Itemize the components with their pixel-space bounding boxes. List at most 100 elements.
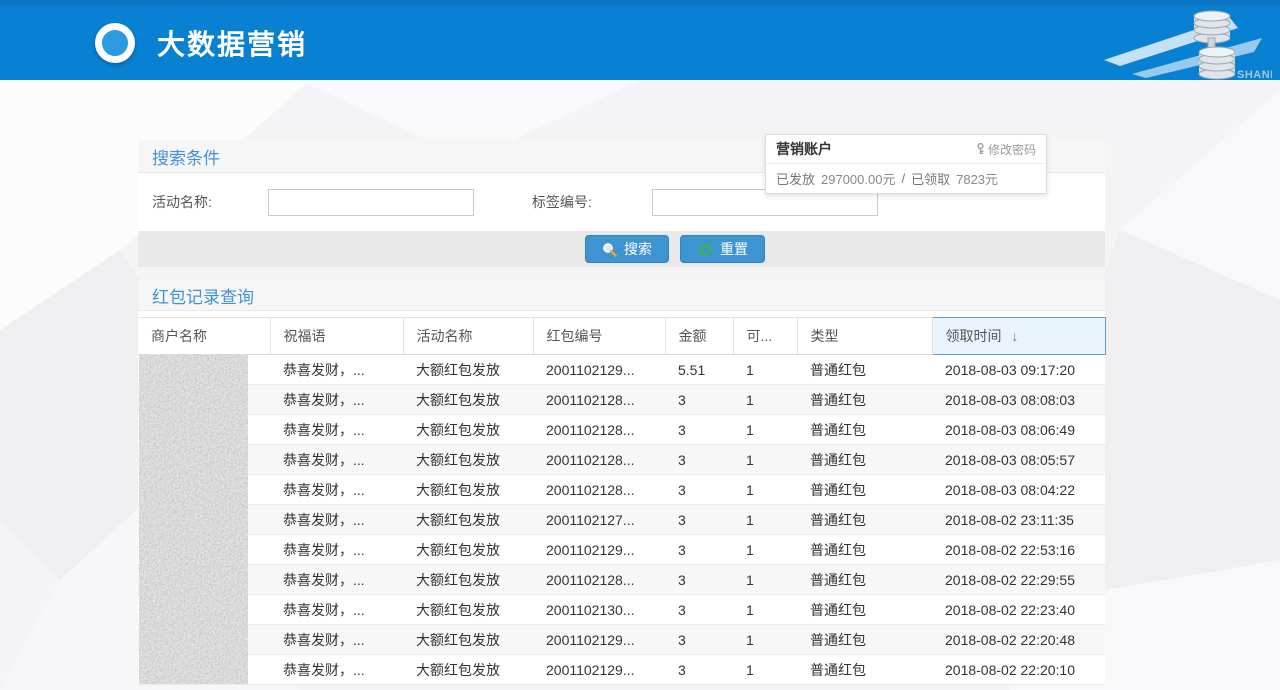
- cell-number: 2001102128...: [533, 475, 665, 505]
- cell-amount: 3: [665, 475, 733, 505]
- cell-blessing: 恭喜发财，...: [270, 565, 403, 595]
- merchant-name-redaction: [139, 354, 248, 684]
- cell-type: 普通红包: [797, 505, 932, 535]
- tag-number-label: 标签编号:: [532, 192, 592, 212]
- cell-number: 2001102129...: [533, 655, 665, 685]
- cell-activity: 大额红包发放: [403, 445, 533, 475]
- cell-amount: 3: [665, 535, 733, 565]
- cell-number: 2001102129...: [533, 535, 665, 565]
- cell-amount: 3: [665, 385, 733, 415]
- cell-blessing: 恭喜发财，...: [270, 625, 403, 655]
- cell-activity: 大额红包发放: [403, 415, 533, 445]
- main-content: 搜索条件 活动名称: 标签编号: 搜索: [138, 140, 1105, 685]
- table-row[interactable]: 恭喜发财，...大额红包发放2001102129...5.511普通红包2018…: [138, 355, 1105, 385]
- change-password-link[interactable]: 修改密码: [976, 141, 1036, 158]
- received-label: 已领取: [911, 169, 950, 188]
- cell-number: 2001102128...: [533, 565, 665, 595]
- search-button[interactable]: 搜索: [585, 235, 669, 263]
- key-icon: [976, 143, 985, 155]
- cell-time: 2018-08-03 08:08:03: [932, 385, 1105, 415]
- cell-number: 2001102130...: [533, 595, 665, 625]
- col-header-type[interactable]: 类型: [797, 318, 932, 355]
- cell-activity: 大额红包发放: [403, 475, 533, 505]
- reset-button[interactable]: 重置: [680, 235, 765, 263]
- cell-times: 1: [733, 535, 797, 565]
- cell-amount: 3: [665, 625, 733, 655]
- col-header-merchant[interactable]: 商户名称: [138, 318, 270, 355]
- col-header-receive-time[interactable]: 领取时间 ↓: [932, 318, 1105, 355]
- table-row[interactable]: 恭喜发财，...大额红包发放2001102128...31普通红包2018-08…: [138, 415, 1105, 445]
- col-header-number[interactable]: 红包编号: [533, 318, 665, 355]
- table-row[interactable]: 恭喜发财，...大额红包发放2001102129...31普通红包2018-08…: [138, 655, 1105, 685]
- cell-number: 2001102129...: [533, 625, 665, 655]
- table-row[interactable]: 恭喜发财，...大额红包发放2001102128...31普通红包2018-08…: [138, 385, 1105, 415]
- page-title: 大数据营销: [157, 23, 307, 63]
- change-password-label: 修改密码: [988, 141, 1036, 158]
- search-icon: [602, 242, 617, 257]
- cell-type: 普通红包: [797, 445, 932, 475]
- cell-blessing: 恭喜发财，...: [270, 655, 403, 685]
- sort-descending-icon: ↓: [1011, 328, 1018, 344]
- table-row[interactable]: 恭喜发财，...大额红包发放2001102128...31普通红包2018-08…: [138, 475, 1105, 505]
- table-row[interactable]: 恭喜发财，...大额红包发放2001102127...31普通红包2018-08…: [138, 505, 1105, 535]
- cell-blessing: 恭喜发财，...: [270, 595, 403, 625]
- red-packet-records-section: 红包记录查询 商户名称 祝福语 活动名称 红包编号 金额 可... 类型 领取时…: [138, 280, 1105, 685]
- cell-amount: 3: [665, 505, 733, 535]
- table-row[interactable]: 恭喜发财，...大额红包发放2001102130...31普通红包2018-08…: [138, 595, 1105, 625]
- col-header-times[interactable]: 可...: [733, 318, 797, 355]
- cell-times: 1: [733, 385, 797, 415]
- cell-time: 2018-08-02 22:53:16: [932, 535, 1105, 565]
- cell-times: 1: [733, 595, 797, 625]
- cell-times: 1: [733, 625, 797, 655]
- cell-number: 2001102128...: [533, 385, 665, 415]
- cell-amount: 3: [665, 415, 733, 445]
- cell-blessing: 恭喜发财，...: [270, 355, 403, 385]
- col-header-blessing[interactable]: 祝福语: [270, 318, 403, 355]
- cell-times: 1: [733, 415, 797, 445]
- cell-number: 2001102129...: [533, 355, 665, 385]
- activity-name-label: 活动名称:: [152, 192, 212, 212]
- cell-activity: 大额红包发放: [403, 655, 533, 685]
- cell-times: 1: [733, 475, 797, 505]
- account-balance-row: 已发放 297000.00元 / 已领取 7823元: [766, 164, 1046, 193]
- cell-times: 1: [733, 655, 797, 685]
- col-header-activity[interactable]: 活动名称: [403, 318, 533, 355]
- cell-activity: 大额红包发放: [403, 535, 533, 565]
- cell-times: 1: [733, 445, 797, 475]
- cell-type: 普通红包: [797, 415, 932, 445]
- table-row[interactable]: 恭喜发财，...大额红包发放2001102129...31普通红包2018-08…: [138, 625, 1105, 655]
- cell-type: 普通红包: [797, 655, 932, 685]
- received-value: 7823元: [956, 169, 998, 188]
- separator: /: [901, 171, 905, 186]
- cell-amount: 3: [665, 655, 733, 685]
- records-table: 商户名称 祝福语 活动名称 红包编号 金额 可... 类型 领取时间 ↓ 恭喜发…: [138, 317, 1106, 685]
- activity-name-input[interactable]: [268, 189, 474, 216]
- cell-blessing: 恭喜发财，...: [270, 445, 403, 475]
- table-row[interactable]: 恭喜发财，...大额红包发放2001102128...31普通红包2018-08…: [138, 445, 1105, 475]
- cell-number: 2001102127...: [533, 505, 665, 535]
- cell-type: 普通红包: [797, 535, 932, 565]
- account-panel-title: 营销账户: [776, 139, 832, 159]
- cell-times: 1: [733, 355, 797, 385]
- cell-time: 2018-08-03 08:04:22: [932, 475, 1105, 505]
- cell-type: 普通红包: [797, 595, 932, 625]
- cell-blessing: 恭喜发财，...: [270, 385, 403, 415]
- app-logo-circle-icon: [95, 23, 135, 63]
- issued-value: 297000.00元: [821, 169, 895, 188]
- cell-time: 2018-08-02 22:23:40: [932, 595, 1105, 625]
- cell-type: 普通红包: [797, 355, 932, 385]
- cell-activity: 大额红包发放: [403, 505, 533, 535]
- cell-blessing: 恭喜发财，...: [270, 475, 403, 505]
- cell-activity: 大额红包发放: [403, 355, 533, 385]
- cell-blessing: 恭喜发财，...: [270, 505, 403, 535]
- shannon-logo-icon: SHANNON: [1102, 8, 1272, 84]
- col-header-amount[interactable]: 金额: [665, 318, 733, 355]
- search-section-title: 搜索条件: [152, 144, 220, 169]
- cell-time: 2018-08-02 22:29:55: [932, 565, 1105, 595]
- cell-time: 2018-08-02 23:11:35: [932, 505, 1105, 535]
- table-row[interactable]: 恭喜发财，...大额红包发放2001102128...31普通红包2018-08…: [138, 565, 1105, 595]
- table-row[interactable]: 恭喜发财，...大额红包发放2001102129...31普通红包2018-08…: [138, 535, 1105, 565]
- cell-type: 普通红包: [797, 475, 932, 505]
- cell-times: 1: [733, 505, 797, 535]
- cell-time: 2018-08-02 22:20:10: [932, 655, 1105, 685]
